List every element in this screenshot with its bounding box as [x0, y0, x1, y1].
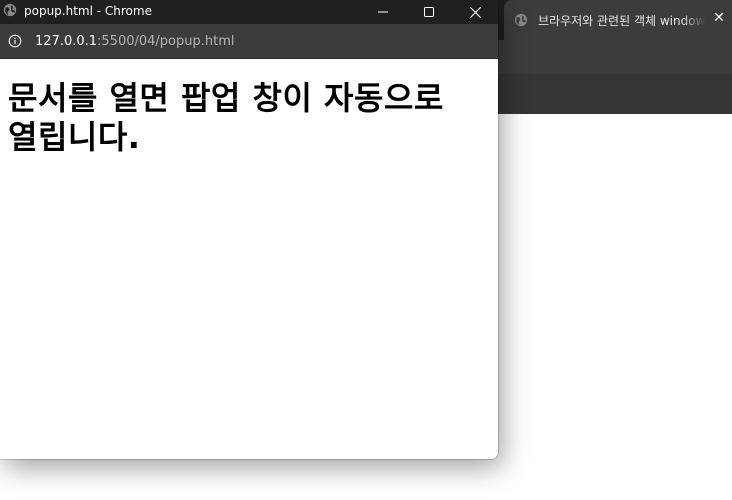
close-icon[interactable]: ✕ — [710, 9, 728, 27]
close-icon — [469, 6, 481, 18]
close-button[interactable] — [452, 0, 498, 24]
popup-window-title: popup.html - Chrome — [24, 4, 152, 18]
maximize-icon — [424, 7, 434, 17]
popup-address-bar[interactable]: 127.0.0.1:5500/04/popup.html — [0, 24, 498, 59]
popup-page-content: 문서를 열면 팝업 창이 자동으로 열립니다. — [0, 59, 498, 459]
globe-icon — [514, 13, 528, 27]
background-tab-title: 브라우저와 관련된 객체 window — [538, 13, 706, 28]
page-heading: 문서를 열면 팝업 창이 자동으로 열립니다. — [8, 79, 444, 156]
url-text[interactable]: 127.0.0.1:5500/04/popup.html — [35, 24, 235, 59]
url-host: 127.0.0.1 — [35, 34, 98, 49]
popup-title-bar[interactable]: popup.html - Chrome — [0, 0, 498, 24]
popup-window: popup.html - Chrome 127.0.0.1:5500/04/po… — [0, 0, 498, 459]
maximize-button[interactable] — [406, 0, 452, 24]
globe-icon — [3, 3, 17, 17]
minimize-icon — [378, 11, 388, 13]
url-path: :5500/04/popup.html — [97, 34, 235, 49]
minimize-button[interactable] — [360, 0, 406, 24]
info-icon[interactable] — [8, 34, 22, 48]
background-tab[interactable]: 브라우저와 관련된 객체 window ✕ — [504, 0, 732, 40]
